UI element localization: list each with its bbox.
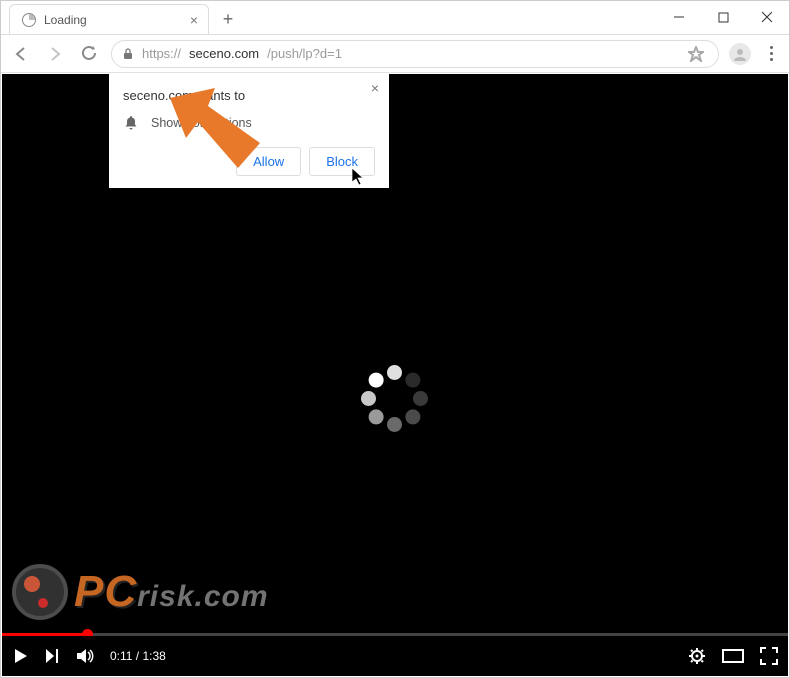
profile-avatar-icon[interactable] [729, 43, 751, 65]
reload-button[interactable] [77, 42, 101, 66]
tab-title: Loading [44, 13, 182, 27]
url-path: /push/lp?d=1 [267, 46, 342, 61]
maximize-button[interactable] [701, 2, 745, 32]
menu-button[interactable] [761, 46, 781, 61]
close-tab-icon[interactable]: × [190, 12, 198, 28]
window-titlebar: Loading × + [1, 1, 789, 35]
mouse-cursor-icon [352, 168, 366, 186]
video-controls: 0:11 / 1:38 [2, 636, 788, 676]
page-content: × seceno.com wants to Show notifications… [2, 74, 788, 676]
url-scheme: https:// [142, 46, 181, 61]
watermark-risk: risk.com [137, 580, 268, 613]
volume-button[interactable] [76, 647, 96, 665]
watermark-pc: PC [74, 567, 137, 616]
forward-button[interactable] [43, 42, 67, 66]
play-button[interactable] [12, 647, 30, 665]
loading-spinner-icon [360, 364, 430, 434]
address-bar[interactable]: https:// seceno.com/push/lp?d=1 [111, 40, 719, 68]
lock-icon [122, 48, 134, 60]
video-time: 0:11 / 1:38 [110, 649, 166, 663]
window-controls [657, 0, 789, 34]
watermark-logo: PCrisk.com [12, 564, 269, 620]
theater-mode-button[interactable] [722, 649, 744, 663]
settings-button[interactable] [688, 647, 706, 665]
minimize-button[interactable] [657, 2, 701, 32]
url-domain: seceno.com [189, 46, 259, 61]
fullscreen-button[interactable] [760, 647, 778, 665]
bell-icon [123, 115, 139, 131]
browser-tab[interactable]: Loading × [9, 4, 209, 34]
back-button[interactable] [9, 42, 33, 66]
globe-icon [22, 13, 36, 27]
arrow-annotation-icon [160, 88, 270, 178]
new-tab-button[interactable]: + [215, 6, 241, 32]
next-button[interactable] [44, 647, 62, 665]
logo-disc-icon [12, 564, 68, 620]
close-window-button[interactable] [745, 2, 789, 32]
browser-toolbar: https:// seceno.com/push/lp?d=1 [1, 35, 789, 73]
bookmark-star-icon[interactable] [684, 42, 708, 66]
close-prompt-icon[interactable]: × [371, 80, 379, 96]
